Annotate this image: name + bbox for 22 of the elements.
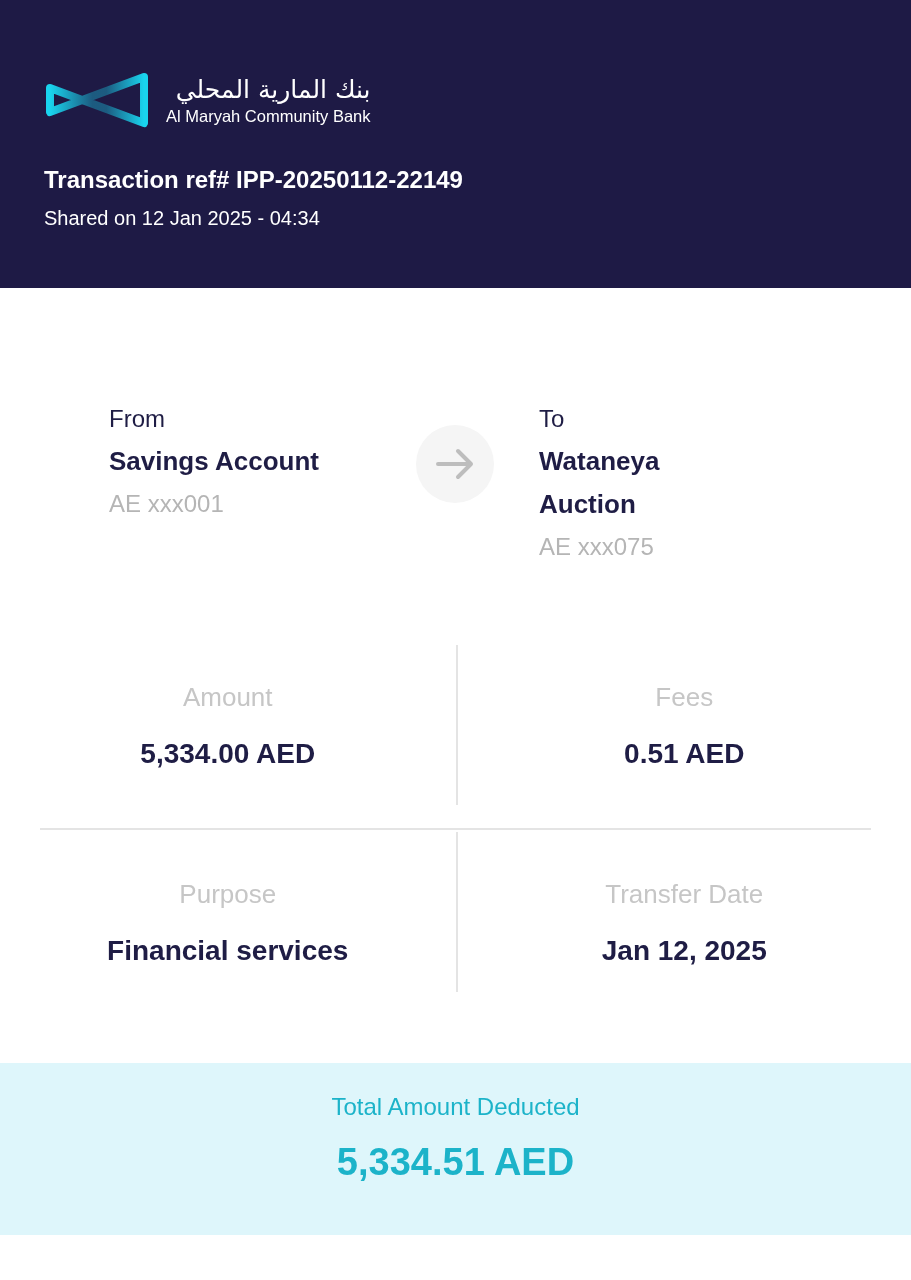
- to-label: To: [539, 404, 566, 434]
- total-amount: 5,334.51 AED: [335, 1140, 576, 1185]
- transaction-reference: Transaction ref# IPP-20250112-22149: [44, 166, 464, 194]
- detail-label: Purpose: [179, 877, 277, 911]
- bank-name: Al Maryah Community Bank: [166, 106, 371, 126]
- shared-date: Shared on 12 Jan 2025 - 04:34: [44, 206, 321, 231]
- to-account-number: AE xxx075: [539, 532, 655, 562]
- from-account-number: AE xxx001: [109, 489, 225, 519]
- detail-label: Fees: [655, 680, 714, 714]
- from-label: From: [109, 404, 166, 434]
- detail-label: Transfer Date: [605, 877, 764, 911]
- detail-value: Jan 12, 2025: [601, 933, 767, 968]
- detail-value: 0.51 AED: [624, 736, 745, 771]
- bank-name-arabic: بنك المارية المحلي: [174, 74, 371, 106]
- detail-value: 5,334.00 AED: [140, 736, 316, 771]
- from-account-name: Savings Account: [109, 445, 320, 478]
- to-account-name: Wataneya Auction: [539, 445, 661, 521]
- detail-label: Amount: [182, 680, 273, 714]
- logo-icon: [44, 72, 150, 128]
- arrow-right-icon: [416, 425, 494, 503]
- detail-value: Financial services: [107, 933, 349, 968]
- total-label: Total Amount Deducted: [330, 1092, 581, 1122]
